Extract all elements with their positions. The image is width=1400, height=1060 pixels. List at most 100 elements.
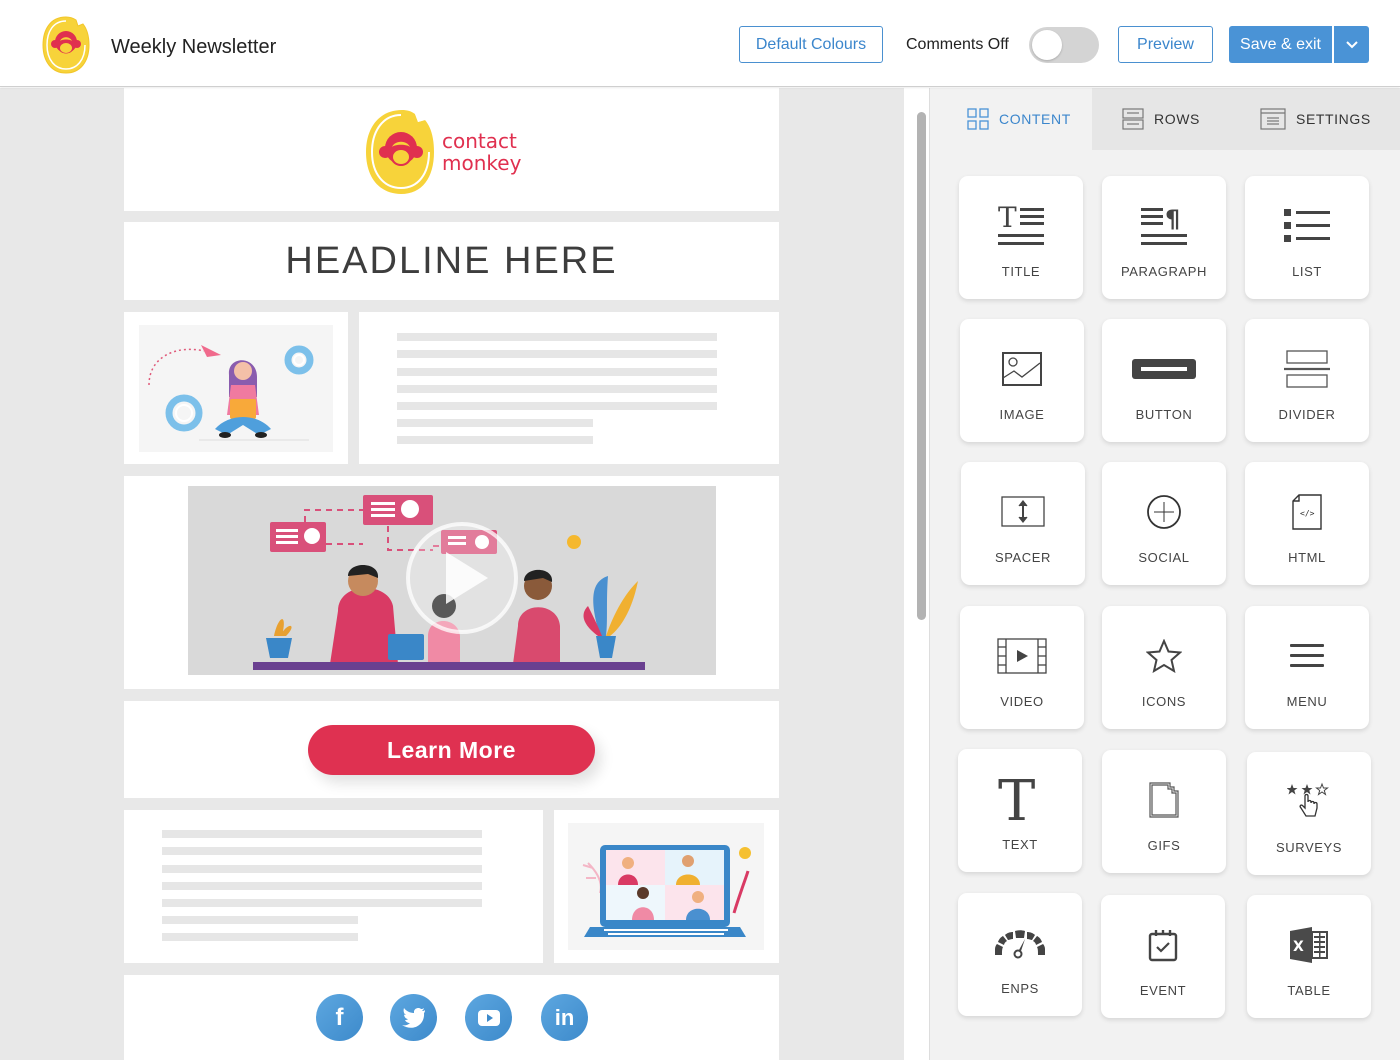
star-icon	[1146, 639, 1182, 673]
document-title[interactable]: Weekly Newsletter	[111, 36, 276, 59]
text-icon: T	[998, 774, 1035, 824]
placeholder-line	[397, 350, 717, 358]
placeholder-line	[162, 899, 482, 907]
top-header: Weekly Newsletter Default Colours Commen…	[0, 0, 1400, 87]
placeholder-line	[162, 847, 482, 855]
social-row[interactable]	[124, 975, 779, 1060]
block-spacer[interactable]: SPACER	[961, 462, 1085, 585]
tab-rows[interactable]: ROWS	[1092, 88, 1235, 150]
placeholder-line	[162, 933, 358, 941]
placeholder-line	[397, 333, 717, 341]
save-exit-button[interactable]: Save & exit	[1229, 26, 1332, 63]
block-label: BUTTON	[1135, 407, 1193, 422]
comments-toggle[interactable]	[1029, 27, 1099, 63]
block-event[interactable]: EVENT	[1101, 895, 1225, 1018]
contactmonkey-brand-logo: contact monkey	[366, 110, 522, 194]
canvas-scrollbar-thumb[interactable]	[917, 112, 926, 620]
tab-settings[interactable]: SETTINGS	[1235, 88, 1400, 150]
twitter-icon[interactable]	[390, 994, 437, 1041]
menu-icon	[1290, 644, 1324, 667]
block-label: SPACER	[994, 550, 1052, 565]
headline-text[interactable]: HEADLINE HERE	[124, 240, 779, 283]
panel-tabs: CONTENT ROWS SETTINGS	[930, 88, 1400, 150]
svg-text:X: X	[1293, 939, 1304, 955]
woman-laptop-illustration	[139, 325, 333, 452]
block-menu[interactable]: MENU	[1245, 606, 1369, 729]
block-label: PARAGRAPH	[1120, 264, 1208, 279]
learn-more-button[interactable]: Learn More	[308, 725, 595, 775]
video-icon	[997, 638, 1047, 674]
video-thumbnail[interactable]	[188, 486, 716, 675]
block-label: LIST	[1292, 264, 1322, 279]
brand-line-2: monkey	[442, 151, 522, 175]
text-column[interactable]	[359, 312, 779, 464]
block-label: SURVEYS	[1275, 840, 1343, 855]
grid-icon	[967, 108, 989, 130]
block-gifs[interactable]: GIFS	[1102, 750, 1226, 873]
block-image[interactable]: IMAGE	[960, 319, 1084, 442]
block-text[interactable]: T TEXT	[958, 749, 1082, 872]
placeholder-line	[162, 882, 482, 890]
placeholder-line	[162, 830, 482, 838]
gauge-icon	[995, 930, 1045, 959]
block-social[interactable]: SOCIAL	[1102, 462, 1226, 585]
block-label: TABLE	[1287, 983, 1331, 998]
excel-icon: X	[1290, 927, 1328, 963]
toggle-knob	[1032, 30, 1062, 60]
placeholder-line	[397, 385, 717, 393]
tab-content[interactable]: CONTENT	[930, 88, 1092, 150]
svg-text:T: T	[998, 205, 1017, 234]
block-label: VIDEO	[1000, 694, 1044, 709]
block-label: ICONS	[1141, 694, 1187, 709]
video-call-laptop-illustration	[568, 823, 764, 950]
block-paragraph[interactable]: ¶ PARAGRAPH	[1102, 176, 1226, 299]
block-label: MENU	[1286, 694, 1328, 709]
preview-button[interactable]: Preview	[1118, 26, 1213, 63]
content-panel: CONTENT ROWS SETTINGS T TITLE ¶ PARAGRAP…	[930, 88, 1400, 1060]
logo-row[interactable]: contact monkey	[124, 88, 779, 211]
default-colours-button[interactable]: Default Colours	[739, 26, 883, 63]
chevron-down-icon	[1345, 40, 1358, 48]
image-column[interactable]	[124, 312, 348, 464]
block-enps[interactable]: ENPS	[958, 893, 1082, 1016]
image-column-2[interactable]	[554, 810, 779, 963]
contactmonkey-logo-icon[interactable]	[40, 14, 92, 76]
svg-text:¶: ¶	[1165, 205, 1180, 233]
block-table[interactable]: X TABLE	[1247, 895, 1371, 1018]
svg-text:</>: </>	[1300, 509, 1315, 518]
placeholder-line	[397, 436, 593, 444]
list-icon	[1284, 209, 1330, 242]
gif-icon	[1149, 782, 1179, 818]
block-divider[interactable]: DIVIDER	[1245, 319, 1369, 442]
button-icon	[1132, 359, 1196, 379]
youtube-icon[interactable]	[465, 994, 512, 1041]
block-video[interactable]: VIDEO	[960, 606, 1084, 729]
comments-label: Comments Off	[906, 36, 1009, 53]
block-surveys[interactable]: SURVEYS	[1247, 752, 1371, 875]
text-column-2[interactable]	[124, 810, 543, 963]
block-icons[interactable]: ICONS	[1102, 606, 1226, 729]
save-options-dropdown[interactable]	[1334, 26, 1369, 63]
block-label: SOCIAL	[1138, 550, 1190, 565]
settings-icon	[1260, 108, 1286, 130]
block-label: EVENT	[1139, 983, 1187, 998]
rows-icon	[1122, 108, 1144, 130]
facebook-icon[interactable]: f	[316, 994, 363, 1041]
svg-text:T: T	[998, 774, 1035, 824]
tab-label: ROWS	[1154, 111, 1200, 127]
placeholder-line	[397, 419, 593, 427]
html-icon: </>	[1292, 494, 1322, 530]
tab-label: SETTINGS	[1296, 111, 1371, 127]
brand-line-1: contact	[442, 129, 517, 153]
surveys-icon	[1287, 782, 1329, 817]
linkedin-icon[interactable]: in	[541, 994, 588, 1041]
block-label: ENPS	[1001, 981, 1039, 996]
block-button[interactable]: BUTTON	[1102, 319, 1226, 442]
video-row[interactable]	[124, 476, 779, 689]
image-icon	[1002, 352, 1042, 386]
block-html[interactable]: </> HTML	[1245, 462, 1369, 585]
block-label: HTML	[1288, 550, 1326, 565]
block-title[interactable]: T TITLE	[959, 176, 1083, 299]
block-list[interactable]: LIST	[1245, 176, 1369, 299]
paragraph-icon: ¶	[1141, 205, 1187, 245]
